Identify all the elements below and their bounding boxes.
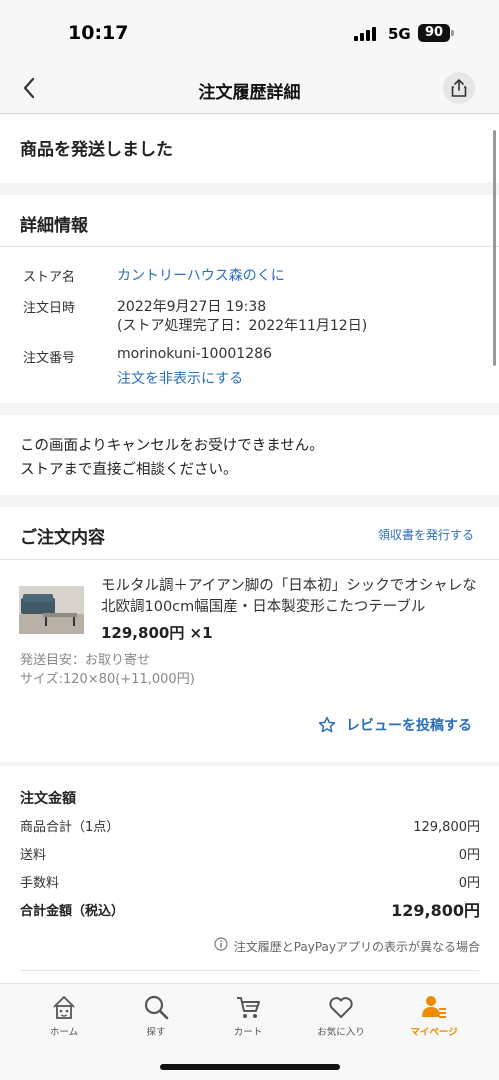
shipping-status: 商品を発送しました — [20, 140, 173, 160]
tab-home[interactable]: ホーム — [19, 984, 109, 1044]
review-button[interactable]: レビューを投稿する — [318, 713, 478, 737]
scrollbar[interactable] — [493, 130, 496, 366]
tab-search-label: 探す — [146, 1027, 166, 1038]
product-image — [19, 586, 84, 634]
info-icon — [214, 937, 228, 951]
handling-fee-value: 0円 — [458, 876, 480, 891]
total-value: 129,800円 — [391, 901, 480, 920]
status-time: 10:17 — [68, 22, 129, 44]
store-process-date: (ストア処理完了日：2022年11月12日) — [117, 318, 368, 334]
product-price: 129,800円 ×1 — [101, 624, 213, 642]
order-number: morinokuni-10001286 — [117, 346, 272, 362]
shipping-fee-label: 送料 — [20, 848, 47, 863]
tab-favorites[interactable]: お気に入り — [296, 984, 386, 1044]
store-link[interactable]: カントリーハウス森のくに — [117, 265, 285, 285]
home-indicator[interactable] — [160, 1064, 340, 1070]
payment-diff-note-text: 注文履歴とPayPayアプリの表示が異なる場合 — [233, 940, 480, 954]
battery-tip — [451, 30, 454, 36]
shipping-status-section: 商品を発送しました — [0, 115, 499, 183]
cancel-notice-line1: この画面よりキャンセルをお受けできません。 — [20, 438, 324, 454]
tab-mypage[interactable]: マイページ — [389, 984, 479, 1044]
nav-bar: 注文履歴詳細 — [0, 64, 499, 114]
signal-icon — [354, 27, 380, 41]
share-icon — [451, 79, 467, 97]
subtotal-value: 129,800円 — [413, 820, 480, 835]
star-icon — [318, 716, 336, 733]
hide-order-link[interactable]: 注文を非表示にする — [117, 368, 243, 388]
product-thumbnail[interactable] — [19, 586, 84, 634]
page-title: 注文履歴詳細 — [198, 83, 301, 103]
payment-diff-note[interactable]: 注文履歴とPayPayアプリの表示が異なる場合 — [214, 936, 480, 954]
total-label: 合計金額（税込） — [20, 904, 125, 919]
details-heading: 詳細情報 — [20, 216, 88, 236]
product-size: サイズ:120×80(+11,000円) — [20, 672, 195, 687]
divider — [0, 246, 499, 247]
divider — [20, 970, 479, 971]
cancel-notice-line2: ストアまで直接ご相談ください。 — [20, 462, 238, 478]
amounts-heading: 注文金額 — [20, 791, 76, 807]
date-label: 注文日時 — [23, 301, 76, 316]
home-icon — [53, 996, 75, 1019]
person-icon — [422, 996, 446, 1018]
subtotal-label: 商品合計（1点） — [20, 820, 120, 835]
cancel-notice-section: この画面よりキャンセルをお受けできません。 ストアまで直接ご相談ください。 — [0, 415, 499, 495]
review-button-label: レビューを投稿する — [346, 718, 472, 734]
share-button[interactable] — [443, 72, 475, 104]
tab-cart[interactable]: カート — [203, 984, 293, 1044]
network-type: 5G — [388, 25, 411, 43]
shipping-fee-value: 0円 — [458, 848, 480, 863]
tab-favorites-label: お気に入り — [317, 1027, 365, 1038]
status-bar: 10:17 5G 90 — [0, 0, 499, 64]
search-icon — [144, 995, 169, 1020]
battery-icon: 90 — [418, 24, 450, 42]
cart-icon — [237, 997, 260, 1018]
order-contents-heading: ご注文内容 — [20, 528, 105, 548]
amounts-section: 注文金額 商品合計（1点） 129,800円 送料 0円 手数料 0円 合計金額… — [0, 766, 499, 983]
tab-mypage-label: マイページ — [410, 1027, 458, 1038]
tab-search[interactable]: 探す — [111, 984, 201, 1044]
heart-icon — [329, 997, 353, 1018]
shipping-estimate: 発送目安：お取り寄せ — [20, 653, 151, 668]
handling-fee-label: 手数料 — [20, 876, 60, 891]
product-title[interactable]: モルタル調＋アイアン脚の「日本初」シックでオシャレな北欧調100cm幅国産・日本… — [101, 576, 481, 618]
details-section: 詳細情報 ストア名 カントリーハウス森のくに 注文日時 2022年9月27日 1… — [0, 195, 499, 403]
tab-home-label: ホーム — [49, 1027, 79, 1038]
store-label: ストア名 — [23, 270, 76, 285]
order-number-label: 注文番号 — [23, 351, 76, 366]
tab-cart-label: カート — [233, 1027, 263, 1038]
issue-receipt-link[interactable]: 領収書を発行する — [378, 526, 474, 543]
divider — [0, 559, 499, 560]
order-date: 2022年9月27日 19:38 — [117, 299, 267, 315]
